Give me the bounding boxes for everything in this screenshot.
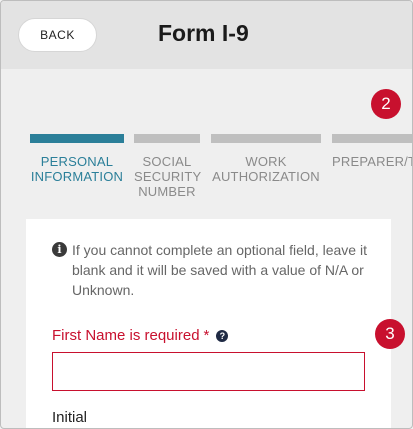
step-badge-2: 2 bbox=[371, 89, 401, 119]
info-icon: i bbox=[52, 242, 67, 257]
back-button[interactable]: BACK bbox=[18, 18, 97, 52]
step-label-line: AUTHORIZATION bbox=[212, 169, 320, 184]
page-title: Form I-9 bbox=[158, 20, 249, 46]
info-text: If you cannot complete an optional field… bbox=[72, 242, 367, 298]
step-label-line: INFORMATION bbox=[30, 169, 124, 184]
first-name-input[interactable] bbox=[52, 352, 365, 391]
step-progress-bar bbox=[134, 134, 200, 143]
step-progress-bar bbox=[30, 134, 124, 143]
first-name-label-text: First Name is required bbox=[52, 327, 200, 344]
info-notice: i If you cannot complete an optional fie… bbox=[52, 240, 382, 300]
required-asterisk: * bbox=[203, 327, 210, 344]
step-label-line: PERSONAL bbox=[40, 154, 114, 169]
step-badge-3: 3 bbox=[375, 319, 405, 349]
header-bar: BACK Form I-9 bbox=[1, 1, 412, 69]
step-work-authorization[interactable]: WORK AUTHORIZATION bbox=[211, 134, 321, 184]
step-progress-bar bbox=[332, 134, 412, 143]
step-label-line: PREPARER/TI bbox=[332, 154, 413, 169]
step-progress-bar bbox=[211, 134, 321, 143]
initial-label: Initial bbox=[52, 409, 88, 426]
first-name-label: First Name is required * ? bbox=[52, 327, 229, 344]
step-label-line: SECURITY bbox=[134, 169, 202, 184]
step-personal-information[interactable]: PERSONAL INFORMATION bbox=[30, 134, 124, 184]
step-label-line: NUMBER bbox=[138, 184, 196, 199]
help-icon[interactable]: ? bbox=[216, 329, 229, 342]
step-label-line: SOCIAL bbox=[142, 154, 192, 169]
step-preparer-translator[interactable]: PREPARER/TI bbox=[332, 134, 413, 169]
form-screen: BACK Form I-9 2 PERSONAL INFORMATION SOC… bbox=[0, 0, 413, 429]
step-label-line: WORK bbox=[245, 154, 287, 169]
step-social-security-number[interactable]: SOCIAL SECURITY NUMBER bbox=[134, 134, 202, 199]
form-card: i If you cannot complete an optional fie… bbox=[26, 219, 391, 428]
